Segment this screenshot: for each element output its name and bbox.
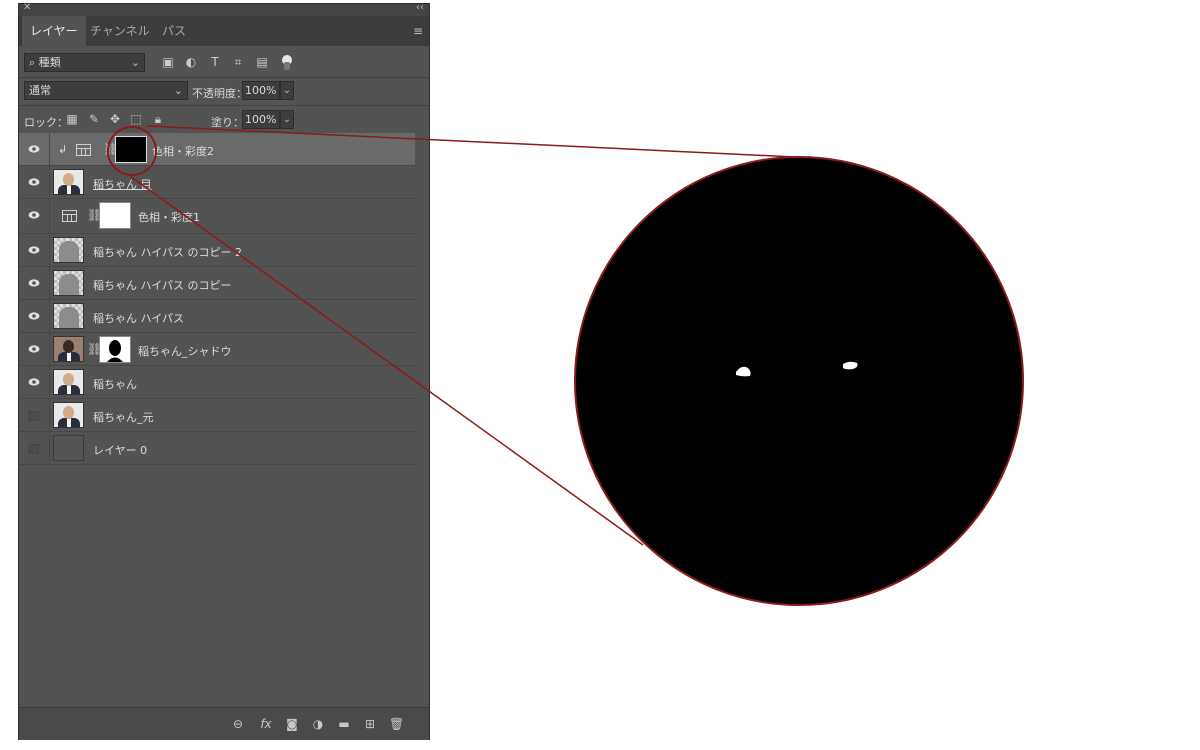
zoom-callout — [107, 125, 1024, 606]
callout-line-bottom — [129, 175, 644, 546]
callout-line-top — [146, 125, 796, 158]
source-highlight-circle — [107, 126, 157, 176]
zoomed-mask-circle — [574, 156, 1024, 606]
